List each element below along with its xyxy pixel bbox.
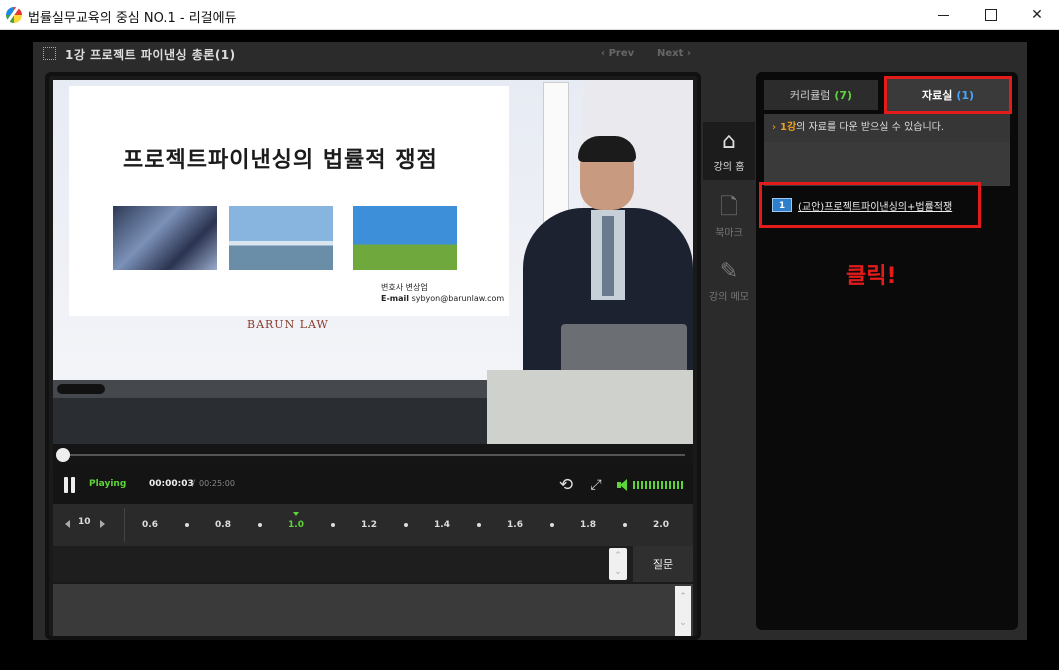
volume-icon[interactable] — [617, 478, 629, 492]
speed-step-dot[interactable] — [185, 523, 189, 527]
speed-step-dot[interactable] — [331, 523, 335, 527]
seek-track[interactable] — [61, 454, 685, 456]
lesson-grid-icon — [43, 47, 56, 60]
slide-image-buildings — [113, 206, 217, 270]
speed-option[interactable]: 0.8 — [210, 520, 236, 530]
side-label-home: 강의 홈 — [713, 162, 745, 173]
speed-step-dot[interactable] — [477, 523, 481, 527]
skip-seconds: 10 — [78, 517, 91, 527]
slide-email: sybyon@barunlaw.com — [411, 294, 505, 303]
skip-forward-icon[interactable] — [100, 520, 105, 528]
tab-curriculum-label: 커리큘럼 — [789, 89, 831, 102]
speed-step-dot[interactable] — [404, 523, 408, 527]
question-button[interactable]: 질문 — [633, 546, 693, 582]
tab-resources-label: 자료실 — [921, 89, 953, 102]
side-label-memo: 강의 메모 — [709, 292, 749, 303]
question-list-area[interactable]: ⌃ ⌄ — [53, 584, 693, 636]
active-speed-caret — [293, 512, 299, 516]
pause-icon[interactable] — [63, 477, 77, 493]
skip-back-icon[interactable] — [65, 520, 70, 528]
tab-resources[interactable]: 자료실 (1) — [884, 76, 1012, 114]
slide-email-label: E-mail — [381, 294, 410, 303]
tab-resources-count: (1) — [956, 88, 975, 102]
scroll-down-icon[interactable]: ⌄ — [613, 568, 623, 577]
video-frame[interactable]: 프로젝트파이낸싱의 법률적 쟁점 변호사 변상업 E-mail sybyon@b… — [53, 80, 693, 444]
slide-image-bridge — [229, 206, 333, 270]
slide-image-windmills — [353, 206, 457, 270]
slide-speaker: 변호사 변상업 — [381, 283, 428, 292]
question-list-scrollbar[interactable]: ⌃ ⌄ — [675, 586, 691, 636]
lesson-header: 1강 프로젝트 파이낸싱 총론(1) ‹ Prev Next › — [33, 42, 1027, 66]
prev-button[interactable]: ‹ Prev — [601, 48, 634, 59]
scroll-up-icon[interactable]: ⌃ — [678, 592, 688, 602]
side-item-lecture-home[interactable]: ⌂ 강의 홈 — [703, 122, 755, 180]
board-handle — [57, 384, 105, 394]
side-label-bookmark: 북마크 — [715, 228, 743, 239]
side-item-bookmark[interactable]: 🗋 북마크 — [703, 188, 755, 246]
notice-text: 의 자료를 다운 받으실 수 있습니다. — [796, 122, 945, 133]
speed-option[interactable]: 1.8 — [575, 520, 601, 530]
video-player: 프로젝트파이낸싱의 법률적 쟁점 변호사 변상업 E-mail sybyon@b… — [45, 72, 701, 640]
scroll-down-icon[interactable]: ⌄ — [678, 618, 688, 628]
lecture-slide: 프로젝트파이낸싱의 법률적 쟁점 변호사 변상업 E-mail sybyon@b… — [69, 86, 509, 331]
scroll-up-icon[interactable]: ⌃ — [613, 552, 623, 561]
window-titlebar: 법률실무교육의 중심 NO.1 - 리걸에듀 — [0, 0, 1059, 30]
fullscreen-icon[interactable]: ⤢ — [587, 476, 605, 494]
question-input-row: ⌃ ⌄ 질문 — [53, 546, 693, 582]
memo-edit-icon: ✎ — [719, 259, 739, 284]
question-scrollbar[interactable]: ⌃ ⌄ — [609, 548, 627, 580]
speed-option[interactable]: 1.4 — [429, 520, 455, 530]
speed-step-dot[interactable] — [623, 523, 627, 527]
time-separator: / — [192, 479, 196, 489]
podium-desk — [487, 370, 693, 444]
resource-panel: 커리큘럼 (7) 자료실 (1) › 1강의 자료를 다운 받으실 수 있습니다.… — [756, 72, 1018, 630]
notice-lesson: 1강 — [780, 122, 797, 133]
speed-option[interactable]: 0.6 — [137, 520, 163, 530]
current-time: 00:00:03 — [149, 479, 194, 489]
next-button[interactable]: Next › — [657, 48, 691, 59]
chevron-right-icon: › — [772, 122, 776, 133]
tab-curriculum[interactable]: 커리큘럼 (7) — [764, 80, 878, 110]
speed-option[interactable]: 1.0 — [283, 520, 309, 530]
speed-option[interactable]: 1.2 — [356, 520, 382, 530]
speed-step-dot[interactable] — [550, 523, 554, 527]
resource-file-link[interactable]: (교안)프로젝트파이낸싱의+법률적쟁 — [798, 198, 952, 213]
file-number-badge: 1 — [772, 198, 792, 212]
speed-option[interactable]: 1.6 — [502, 520, 528, 530]
lecture-app: 1강 프로젝트 파이낸싱 총론(1) ‹ Prev Next › 프로젝트파이낸… — [33, 42, 1027, 640]
presenter-tie — [602, 216, 614, 296]
repeat-icon[interactable]: ⟲ — [556, 476, 576, 494]
slide-title: 프로젝트파이낸싱의 법률적 쟁점 — [123, 148, 438, 173]
resource-notice: › 1강의 자료를 다운 받으실 수 있습니다. — [764, 114, 1010, 142]
app-logo-icon — [6, 7, 22, 23]
bookmark-add-icon: 🗋 — [720, 195, 738, 220]
speed-divider — [124, 508, 125, 542]
player-controls: Playing 00:00:03 / 00:25:00 ⟲ ⤢ — [53, 466, 693, 504]
volume-slider[interactable] — [633, 481, 685, 489]
minimize-button[interactable] — [920, 0, 966, 30]
speed-step-dot[interactable] — [258, 523, 262, 527]
slide-speaker-info: 변호사 변상업 E-mail sybyon@barunlaw.com — [381, 282, 504, 304]
total-time: 00:25:00 — [199, 479, 235, 488]
speed-option[interactable]: 2.0 — [648, 520, 674, 530]
projection-screen: 프로젝트파이낸싱의 법률적 쟁점 변호사 변상업 E-mail sybyon@b… — [53, 80, 583, 380]
maximize-button[interactable] — [968, 0, 1014, 30]
seek-bar[interactable] — [53, 444, 693, 466]
playback-status: Playing — [89, 479, 127, 489]
barun-law-logo: BARUN LAW — [247, 318, 329, 331]
side-item-memo[interactable]: ✎ 강의 메모 — [703, 252, 755, 310]
close-button[interactable] — [1014, 0, 1059, 30]
resource-file-row[interactable] — [764, 142, 1010, 186]
click-annotation: 클릭! — [846, 264, 897, 289]
speed-bar: 10 0.6 0.8 1.0 1.2 1.4 1.6 1.8 2.0 — [53, 504, 693, 546]
seek-handle[interactable] — [56, 448, 71, 462]
lesson-title: 1강 프로젝트 파이낸싱 총론(1) — [65, 48, 236, 62]
tab-curriculum-count: (7) — [834, 88, 853, 102]
home-icon: ⌂ — [722, 129, 736, 154]
presenter-hair — [578, 136, 636, 162]
window-title: 법률실무교육의 중심 NO.1 - 리걸에듀 — [28, 11, 237, 26]
